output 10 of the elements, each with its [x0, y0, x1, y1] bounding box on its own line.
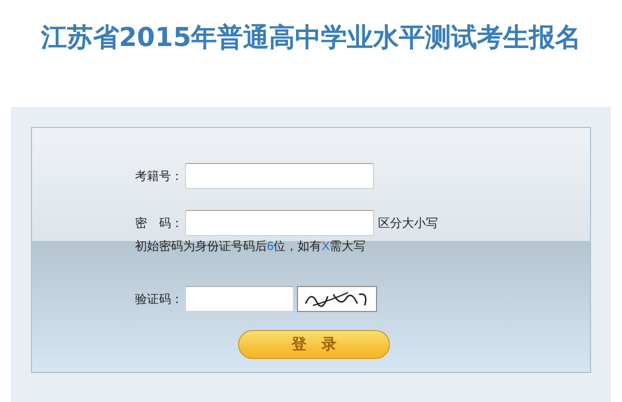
password-field[interactable]: [185, 210, 374, 236]
field-label: 验证码：: [135, 291, 184, 307]
field-label: 密 码：: [135, 215, 184, 231]
login-button[interactable]: 登 录: [238, 330, 390, 359]
captcha-field[interactable]: [185, 286, 294, 312]
exam-number-field[interactable]: [185, 163, 374, 189]
password-hint: 初始密码为身份证号码后6位，如有X需大写: [135, 238, 366, 254]
field-label: 考籍号：: [135, 168, 184, 184]
case-note: 区分大小写: [378, 215, 438, 231]
page-title: 江苏省2015年普通高中学业水平测试考生报名: [40, 22, 582, 55]
